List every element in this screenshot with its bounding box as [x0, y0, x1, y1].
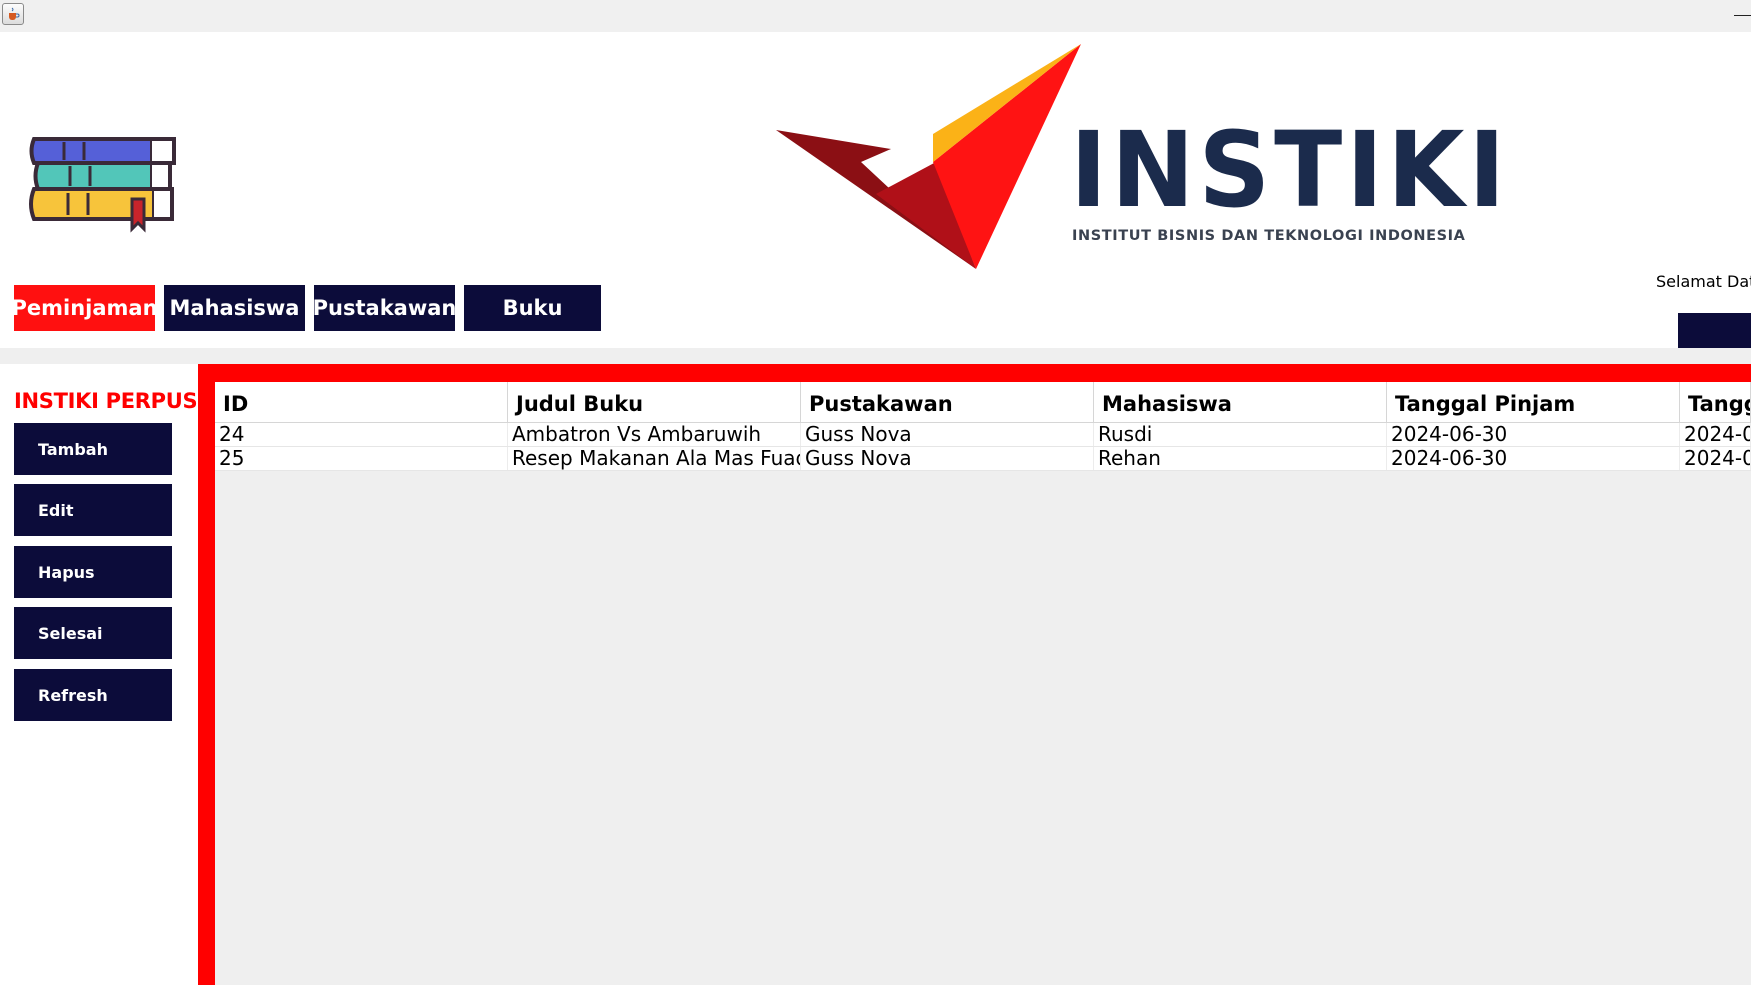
column-header-pustakawan[interactable]: Pustakawan — [801, 382, 1094, 422]
table-cell[interactable]: 25 — [215, 447, 508, 470]
table-cell[interactable]: 2024-06-30 — [1387, 423, 1680, 446]
table-cell[interactable]: Rusdi — [1094, 423, 1387, 446]
selesai-button[interactable]: Selesai — [14, 607, 172, 659]
refresh-button[interactable]: Refresh — [14, 669, 172, 721]
nav-buku-button[interactable]: Buku — [464, 285, 601, 331]
column-header-tanggal-pinjam[interactable]: Tanggal Pinjam — [1387, 382, 1680, 422]
sidebar-brand: INSTIKI PERPUS — [14, 389, 198, 413]
table-header: ID Judul Buku Pustakawan Mahasiswa Tangg… — [215, 382, 1751, 423]
logout-button[interactable] — [1678, 313, 1751, 348]
table-cell[interactable]: 2024-0 — [1680, 423, 1751, 446]
table-cell[interactable]: 2024-06-30 — [1387, 447, 1680, 470]
table-cell[interactable]: Guss Nova — [801, 423, 1094, 446]
welcome-text: Selamat Dat — [1656, 272, 1751, 291]
table-cell[interactable]: Guss Nova — [801, 447, 1094, 470]
table-row[interactable]: 24 Ambatron Vs Ambaruwih Guss Nova Rusdi… — [215, 423, 1751, 447]
minimize-button[interactable] — [1734, 6, 1751, 24]
logo-subtitle: INSTITUT BISNIS DAN TEKNOLOGI INDONESIA — [1072, 228, 1466, 244]
column-header-judul-buku[interactable]: Judul Buku — [508, 382, 801, 422]
nav-pustakawan-button[interactable]: Pustakawan — [313, 285, 456, 331]
column-header-id[interactable]: ID — [215, 382, 508, 422]
column-header-tanggal-kembali[interactable]: Tangg — [1680, 382, 1751, 422]
table-cell[interactable]: Rehan — [1094, 447, 1387, 470]
hapus-button[interactable]: Hapus — [14, 546, 172, 598]
window-titlebar — [0, 0, 1751, 32]
table-viewport — [215, 382, 1751, 985]
java-cup-icon[interactable] — [2, 3, 24, 25]
logo-wordmark: INSTIKI — [1070, 109, 1510, 231]
table-cell[interactable]: 24 — [215, 423, 508, 446]
books-icon — [28, 135, 178, 244]
column-header-mahasiswa[interactable]: Mahasiswa — [1094, 382, 1387, 422]
tambah-button[interactable]: Tambah — [14, 423, 172, 475]
edit-button[interactable]: Edit — [14, 484, 172, 536]
table-row[interactable]: 25 Resep Makanan Ala Mas Fuad Guss Nova … — [215, 447, 1751, 471]
table-cell[interactable]: 2024-0 — [1680, 447, 1751, 470]
instiki-logo-mark — [776, 44, 1081, 273]
nav-peminjaman-button[interactable]: Peminjaman — [11, 285, 158, 331]
table-cell[interactable]: Resep Makanan Ala Mas Fuad — [508, 447, 801, 470]
nav-mahasiswa-button[interactable]: Mahasiswa — [164, 285, 305, 331]
header-separator — [0, 348, 1751, 364]
table-cell[interactable]: Ambatron Vs Ambaruwih — [508, 423, 801, 446]
peminjaman-table[interactable]: ID Judul Buku Pustakawan Mahasiswa Tangg… — [215, 382, 1751, 471]
